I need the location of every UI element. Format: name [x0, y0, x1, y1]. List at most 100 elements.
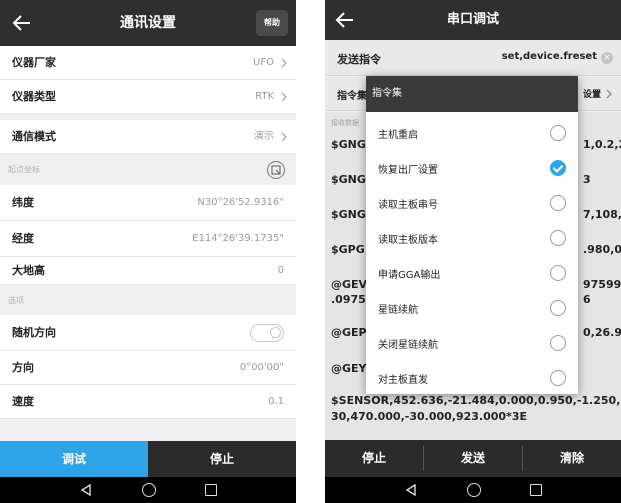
recv-line-tail: .980,0.	[583, 243, 621, 256]
radio-button[interactable]	[550, 335, 566, 351]
popup-item[interactable]: 星链续航	[366, 291, 578, 326]
title-bar: 串口调试	[325, 0, 621, 40]
latitude-value: N30°26'52.9316"	[197, 197, 284, 208]
popup-item-label: 星链续航	[378, 305, 418, 316]
direction-label: 方向	[12, 361, 34, 374]
direction-row[interactable]: 方向 0°00'00"	[0, 351, 296, 385]
random-direction-row: 随机方向	[0, 315, 296, 351]
debug-button[interactable]: 调试	[0, 441, 148, 477]
chevron-right-icon	[281, 92, 287, 102]
send-command-value[interactable]: set,device.freset	[502, 51, 597, 62]
section-label: 起点坐标	[8, 165, 40, 174]
popup-item[interactable]: 恢复出厂设置	[366, 151, 578, 186]
clear-input-icon[interactable]: ×	[601, 52, 613, 64]
help-button[interactable]: 帮助	[256, 10, 288, 36]
popup-item-label: 对主板直发	[378, 375, 428, 386]
nav-back-icon[interactable]	[405, 484, 417, 496]
popup-item[interactable]: 关闭星链续航	[366, 326, 578, 361]
sensor-line: 30,470.000,-30.000,923.000*3E	[331, 410, 527, 423]
recv-line: $GNG	[331, 138, 366, 151]
toggle-knob	[270, 327, 281, 338]
options-section: 选项	[0, 287, 296, 315]
bottom-action-bar: 停止 发送 清除	[325, 440, 621, 477]
bottom-action-bar: 调试 停止	[0, 441, 296, 477]
recv-line-tail: 1,0.2,2	[583, 138, 621, 151]
send-command-row[interactable]: 发送指令 set,device.freset ×	[325, 40, 621, 76]
nav-home-icon[interactable]	[467, 483, 481, 497]
popup-item[interactable]: 主机重启	[366, 116, 578, 151]
type-value: RTK	[255, 91, 274, 102]
popup-item-label: 关闭星链续航	[378, 340, 438, 351]
radio-checked-icon[interactable]	[550, 160, 566, 176]
send-command-label: 发送指令	[337, 53, 381, 66]
speed-label: 速度	[12, 395, 34, 408]
comm-mode-row[interactable]: 通信模式 演示	[0, 120, 296, 154]
recv-line: $GPG	[331, 243, 365, 256]
popup-item-label: 申请GGA输出	[378, 270, 441, 281]
left-screen: 通讯设置 帮助 仪器厂家 UFO 仪器类型 RTK 通信模式 演示 起点坐标 纬…	[0, 0, 296, 503]
type-label: 仪器类型	[12, 90, 56, 103]
speed-value: 0.1	[268, 396, 284, 407]
command-set-popup: 指令集 主机重启 恢复出厂设置 读取主板串号 读取主板版本 申请GGA输出 星链…	[366, 76, 578, 394]
locate-icon[interactable]	[266, 160, 286, 180]
command-set-value: 设置	[582, 90, 601, 100]
nav-back-icon[interactable]	[80, 484, 92, 496]
longitude-row[interactable]: 经度 E114°26'39.1735"	[0, 221, 296, 257]
longitude-label: 经度	[12, 232, 34, 245]
recv-line-tail: 3	[583, 173, 591, 186]
recv-line-tail: 6	[583, 293, 591, 306]
nav-recent-icon[interactable]	[530, 484, 542, 496]
radio-button[interactable]	[550, 370, 566, 386]
system-nav-bar	[0, 477, 296, 503]
recv-line: $GNG	[331, 173, 366, 186]
height-label: 大地高	[12, 264, 45, 277]
height-row[interactable]: 大地高 0	[0, 257, 296, 285]
clear-button[interactable]: 清除	[523, 440, 621, 477]
system-nav-bar	[325, 477, 621, 503]
stop-button[interactable]: 停止	[325, 440, 423, 477]
recv-line: $GNG	[331, 208, 366, 221]
popup-item[interactable]: 对主板直发	[366, 361, 578, 396]
comm-mode-value: 演示	[254, 131, 274, 142]
speed-row[interactable]: 速度 0.1	[0, 385, 296, 419]
radio-button[interactable]	[550, 300, 566, 316]
stop-button[interactable]: 停止	[148, 441, 296, 477]
chevron-right-icon	[281, 58, 287, 68]
recv-line: @GEP	[331, 326, 367, 339]
command-set-label: 指令集	[337, 91, 367, 102]
nav-recent-icon[interactable]	[205, 484, 217, 496]
longitude-value: E114°26'39.1735"	[192, 233, 284, 244]
title-bar: 通讯设置 帮助	[0, 0, 296, 46]
start-coords-section: 起点坐标	[0, 155, 296, 185]
radio-button[interactable]	[550, 265, 566, 281]
recv-line-tail: 7,108,1	[583, 208, 621, 221]
direction-value: 0°00'00"	[239, 362, 284, 373]
popup-item-label: 读取主板版本	[378, 235, 438, 246]
page-title: 通讯设置	[120, 15, 176, 31]
popup-item[interactable]: 申请GGA输出	[366, 256, 578, 291]
popup-item[interactable]: 读取主板版本	[366, 221, 578, 256]
popup-item[interactable]: 读取主板串号	[366, 186, 578, 221]
recv-line: .0975	[331, 293, 366, 306]
latitude-label: 纬度	[12, 196, 34, 209]
popup-item-label: 恢复出厂设置	[378, 165, 438, 176]
type-row[interactable]: 仪器类型 RTK	[0, 80, 296, 114]
maker-row[interactable]: 仪器厂家 UFO	[0, 46, 296, 80]
nav-home-icon[interactable]	[142, 483, 156, 497]
random-direction-toggle[interactable]	[250, 324, 284, 342]
random-direction-label: 随机方向	[12, 326, 56, 339]
recv-line-tail: 0,26.98	[583, 326, 621, 339]
chevron-right-icon	[281, 132, 287, 142]
right-screen: 串口调试 发送指令 set,device.freset × 指令集 设置 接收数…	[325, 0, 621, 503]
page-title: 串口调试	[446, 12, 499, 27]
comm-mode-label: 通信模式	[12, 130, 56, 143]
latitude-row[interactable]: 纬度 N30°26'52.9316"	[0, 185, 296, 221]
height-value: 0	[277, 265, 284, 276]
radio-button[interactable]	[550, 230, 566, 246]
chevron-right-icon	[606, 89, 612, 99]
radio-button[interactable]	[550, 195, 566, 211]
send-button[interactable]: 发送	[424, 440, 522, 477]
recv-line-tail: 975993	[583, 278, 621, 291]
popup-item-label: 主机重启	[378, 130, 418, 141]
radio-button[interactable]	[550, 125, 566, 141]
